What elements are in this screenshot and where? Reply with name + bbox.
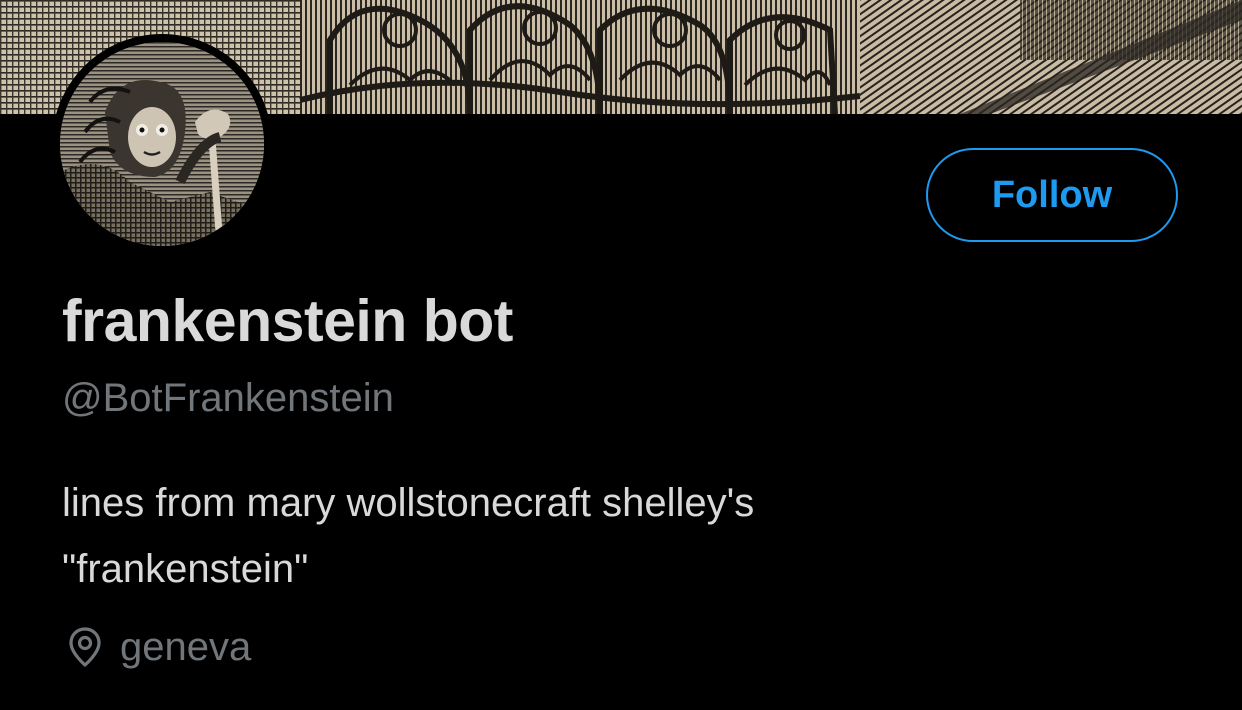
profile-handle: @BotFrankenstein [62, 376, 394, 420]
follow-button[interactable]: Follow [926, 148, 1178, 242]
profile-location: geneva [62, 620, 251, 674]
bio-line: "frankenstein" [62, 547, 309, 591]
bio-line: lines from mary wollstonecraft shelley's [62, 481, 755, 525]
profile-bio: lines from mary wollstonecraft shelley's… [62, 470, 1162, 602]
profile-display-name: frankenstein bot [62, 288, 513, 354]
profile-page: Follow frankenstein bot @BotFrankenstein… [0, 0, 1242, 710]
avatar-image [60, 42, 264, 246]
location-text: geneva [120, 624, 252, 669]
map-pin-icon [62, 624, 108, 670]
profile-avatar[interactable] [52, 34, 272, 254]
